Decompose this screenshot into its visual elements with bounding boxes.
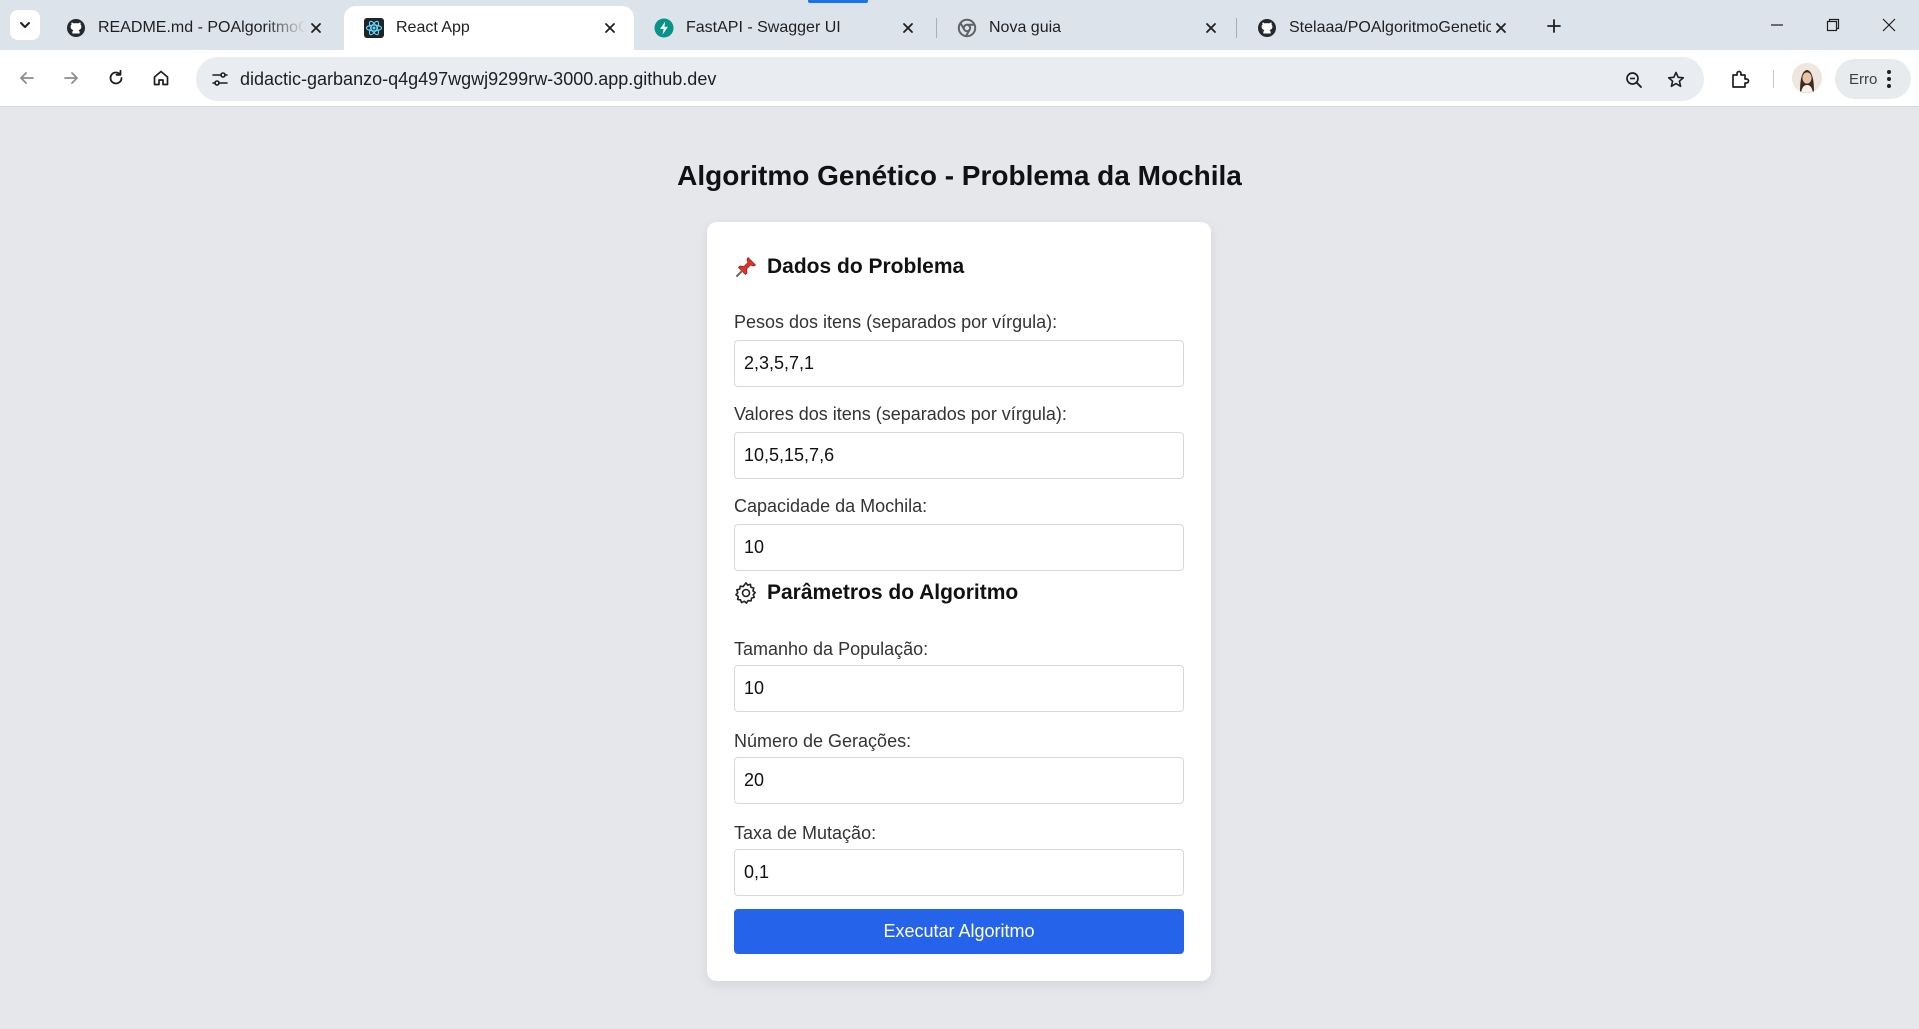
arrow-left-icon bbox=[20, 72, 34, 84]
population-size-label: Tamanho da População: bbox=[734, 639, 929, 659]
tab-title: Stelaaa/POAlgoritmoGenetico_ bbox=[1289, 19, 1491, 36]
weights-input[interactable] bbox=[734, 340, 1184, 387]
puzzle-icon bbox=[1732, 70, 1750, 88]
address-bar[interactable]: didactic-garbanzo-q4g497wgwj9299rw-3000.… bbox=[196, 57, 1704, 101]
star-icon bbox=[1667, 71, 1685, 88]
avatar[interactable] bbox=[1792, 63, 1822, 93]
population-size-input[interactable] bbox=[734, 665, 1184, 712]
profile-error-button[interactable]: Erro bbox=[1835, 59, 1911, 99]
tab-title: FastAPI - Swagger UI bbox=[686, 19, 841, 36]
tab-strip: README.md - POAlgoritmoGenetico React Ap… bbox=[0, 0, 1919, 50]
minimize-icon bbox=[1771, 24, 1783, 26]
browser-toolbar: didactic-garbanzo-q4g497wgwj9299rw-3000.… bbox=[0, 50, 1919, 107]
tab-title: README.md - POAlgoritmoGenetico bbox=[98, 19, 306, 36]
pushpin-icon bbox=[733, 254, 759, 280]
back-button[interactable] bbox=[9, 60, 45, 96]
github-icon bbox=[1257, 18, 1277, 38]
bookmark-button[interactable] bbox=[1661, 65, 1691, 95]
zoom-out-icon bbox=[1626, 72, 1642, 88]
close-icon[interactable] bbox=[600, 18, 620, 38]
chevron-down-icon bbox=[20, 22, 30, 28]
values-input[interactable] bbox=[734, 432, 1184, 479]
new-tab-button[interactable] bbox=[1540, 12, 1568, 40]
user-avatar-icon bbox=[1792, 63, 1822, 93]
tune-icon bbox=[212, 72, 228, 86]
close-icon[interactable] bbox=[306, 18, 326, 38]
loading-indicator bbox=[808, 0, 868, 3]
zoom-button[interactable] bbox=[1619, 65, 1649, 95]
reload-icon bbox=[109, 69, 123, 85]
more-vert-icon bbox=[1887, 70, 1891, 88]
site-info-button[interactable] bbox=[204, 63, 236, 95]
form-card: Dados do Problema Pesos dos itens (separ… bbox=[707, 222, 1211, 981]
close-window-button[interactable] bbox=[1861, 0, 1917, 50]
home-icon bbox=[153, 70, 169, 86]
close-icon[interactable] bbox=[898, 18, 918, 38]
chrome-icon bbox=[957, 18, 977, 38]
generations-label: Número de Gerações: bbox=[734, 731, 912, 751]
tab-title: React App bbox=[396, 19, 470, 36]
home-button[interactable] bbox=[143, 60, 179, 96]
tab-react-app[interactable]: React App bbox=[344, 6, 634, 50]
capacity-input[interactable] bbox=[734, 524, 1184, 571]
fastapi-icon bbox=[654, 18, 674, 38]
tab-title: Nova guia bbox=[989, 19, 1062, 36]
generations-input[interactable] bbox=[734, 757, 1184, 804]
run-algorithm-button[interactable]: Executar Algoritmo bbox=[734, 909, 1184, 954]
extensions-button[interactable] bbox=[1722, 61, 1758, 97]
section-algorithm-params: Parâmetros do Algoritmo bbox=[733, 580, 1018, 606]
forward-button[interactable] bbox=[53, 60, 89, 96]
arrow-right-icon bbox=[64, 72, 78, 84]
profile-label: Erro bbox=[1849, 70, 1878, 88]
values-label: Valores dos itens (separados por vírgula… bbox=[734, 404, 1067, 424]
section-problem-data: Dados do Problema bbox=[733, 254, 964, 280]
restore-icon bbox=[1826, 18, 1840, 32]
react-icon bbox=[364, 18, 384, 38]
tab-readme[interactable]: README.md - POAlgoritmoGenetico bbox=[46, 6, 340, 50]
reload-button[interactable] bbox=[98, 60, 134, 96]
page-title: Algoritmo Genético - Problema da Mochila bbox=[677, 160, 1242, 191]
github-icon bbox=[66, 18, 86, 38]
close-icon[interactable] bbox=[1201, 18, 1221, 38]
close-icon bbox=[1882, 18, 1896, 32]
gear-icon bbox=[733, 580, 759, 606]
mutation-rate-input[interactable] bbox=[734, 849, 1184, 896]
section-heading: Dados do Problema bbox=[767, 255, 965, 278]
minimize-button[interactable] bbox=[1749, 0, 1805, 50]
plus-icon bbox=[1547, 19, 1561, 33]
tab-fastapi[interactable]: FastAPI - Swagger UI bbox=[634, 6, 932, 50]
mutation-rate-label: Taxa de Mutação: bbox=[734, 823, 877, 843]
weights-label: Pesos dos itens (separados por vírgula): bbox=[734, 312, 1058, 332]
tab-github-repo[interactable]: Stelaaa/POAlgoritmoGenetico_ bbox=[1237, 6, 1525, 50]
tab-nova-guia[interactable]: Nova guia bbox=[937, 6, 1235, 50]
url-text[interactable]: didactic-garbanzo-q4g497wgwj9299rw-3000.… bbox=[240, 69, 716, 90]
close-icon[interactable] bbox=[1491, 18, 1511, 38]
restore-button[interactable] bbox=[1805, 0, 1861, 50]
tab-search-button[interactable] bbox=[10, 10, 40, 40]
toolbar-divider bbox=[1773, 70, 1774, 88]
section-heading: Parâmetros do Algoritmo bbox=[767, 581, 1019, 604]
capacity-label: Capacidade da Mochila: bbox=[734, 496, 928, 516]
